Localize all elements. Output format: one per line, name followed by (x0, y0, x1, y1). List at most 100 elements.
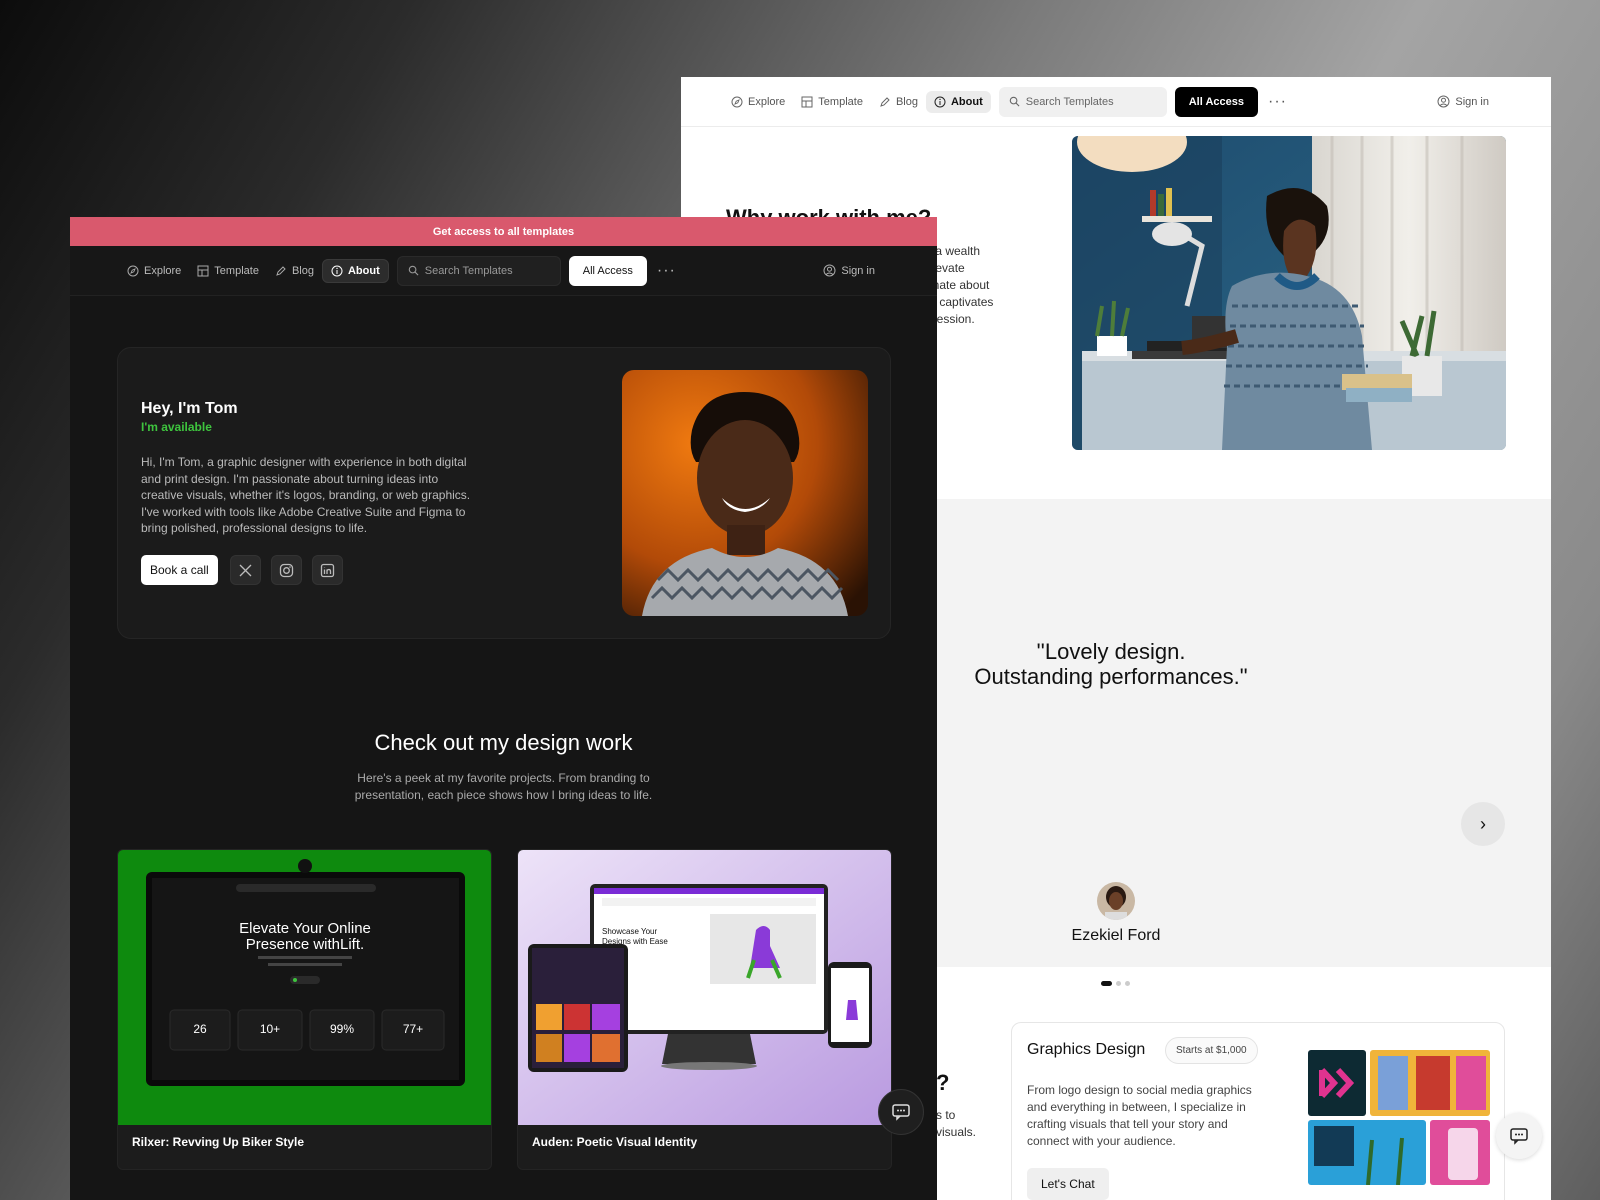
project-title: Rilxer: Revving Up Biker Style (132, 1135, 305, 1149)
nav-about[interactable]: About (321, 258, 389, 283)
mock-stat: 99% (330, 1022, 354, 1036)
top-nav: Explore Template Blog About Search Templ… (681, 77, 1551, 127)
why-text-line: elevate (926, 261, 965, 275)
grid-icon (197, 265, 209, 276)
project-thumbnail: Elevate Your Online Presence withLift. 2… (118, 850, 491, 1125)
hero-greeting: Hey, I'm Tom (141, 400, 238, 417)
user-circle-icon (1437, 95, 1450, 108)
profile-photo (622, 370, 868, 616)
carousel-dots (1101, 981, 1130, 986)
next-testimonial-button[interactable]: › (1461, 802, 1505, 846)
testimonial-author: Ezekiel Ford (1071, 927, 1161, 944)
promo-banner[interactable]: Get access to all templates (70, 217, 937, 246)
project-card-rilxer[interactable]: Elevate Your Online Presence withLift. 2… (117, 849, 492, 1170)
sign-in-link[interactable]: Sign in (1437, 95, 1489, 108)
search-input[interactable]: Search Templates (396, 255, 561, 286)
nav-explore-label: Explore (144, 264, 182, 277)
nav-template[interactable]: Template (793, 91, 871, 113)
mock-headline-line: Elevate Your Online (239, 920, 371, 937)
all-access-button[interactable]: All Access (1174, 86, 1258, 117)
nav-blog-label: Blog (291, 264, 314, 277)
instagram-icon (279, 563, 294, 577)
price-badge: Starts at $1,000 (1165, 1037, 1258, 1064)
project-title: Auden: Poetic Visual Identity (532, 1135, 698, 1149)
top-nav: Explore Template Blog About Search Templ… (70, 246, 937, 296)
workspace-photo (1072, 136, 1506, 450)
mock-stat: 26 (193, 1022, 207, 1036)
work-subtitle-line: presentation, each piece shows how I bri… (354, 788, 653, 802)
hero-bio: Hi, I'm Tom, a graphic designer with exp… (141, 455, 471, 535)
nav-blog[interactable]: Blog (871, 91, 926, 113)
carousel-dot[interactable] (1116, 981, 1121, 986)
info-icon (934, 96, 946, 107)
more-menu-button[interactable]: ··· (1258, 93, 1297, 110)
project-card-auden[interactable]: Showcase Your Designs with Ease Auden: P… (517, 849, 892, 1170)
nav-template[interactable]: Template (189, 260, 267, 282)
services-text-line: visuals. (936, 1125, 977, 1139)
chevron-right-icon: › (1480, 813, 1486, 834)
compass-icon (731, 96, 743, 107)
nav-about-label: About (347, 264, 380, 277)
info-icon (331, 265, 343, 276)
all-access-button[interactable]: All Access (568, 255, 647, 286)
mock-headline-line: Showcase Your (602, 927, 657, 936)
chat-icon (892, 1104, 910, 1121)
chat-widget-button[interactable] (878, 1089, 924, 1135)
services-text-line: s to (936, 1108, 956, 1122)
search-placeholder: Search Templates (424, 264, 513, 277)
linkedin-icon (320, 563, 335, 577)
why-text: k a wealth elevate onate about at captiv… (926, 243, 1016, 328)
nav-explore[interactable]: Explore (723, 91, 793, 113)
search-icon (408, 265, 419, 276)
search-input[interactable]: Search Templates (998, 86, 1167, 117)
testimonial-quote: ''Lovely design. Outstanding performance… (946, 639, 1276, 689)
mock-stat: 10+ (260, 1022, 280, 1036)
search-icon (1009, 96, 1020, 107)
grid-icon (801, 96, 813, 107)
x-link[interactable] (230, 555, 261, 585)
carousel-dot[interactable] (1125, 981, 1130, 986)
sign-in-link[interactable]: Sign in (823, 264, 875, 277)
linkedin-link[interactable] (312, 555, 343, 585)
x-icon (239, 564, 252, 576)
why-text-line: at captivates (926, 295, 994, 309)
search-placeholder: Search Templates (1025, 95, 1114, 108)
pen-icon (880, 96, 890, 107)
pen-icon (276, 265, 286, 276)
service-description: From logo design to social media graphic… (1027, 1083, 1252, 1148)
nav-blog-label: Blog (895, 95, 918, 108)
services-text: s to visuals. (936, 1107, 976, 1141)
why-text-line: onate about (926, 278, 990, 292)
work-subtitle: Here's a peek at my favorite projects. F… (70, 770, 937, 804)
avatar (1097, 882, 1135, 920)
more-menu-button[interactable]: ··· (647, 262, 686, 279)
nav-explore[interactable]: Explore (119, 260, 189, 282)
work-heading: Check out my design work (374, 730, 633, 755)
dark-window: Get access to all templates Explore Temp… (70, 217, 937, 1200)
chat-widget-button[interactable] (1496, 1113, 1542, 1159)
service-preview-image (1308, 1050, 1490, 1186)
instagram-link[interactable] (271, 555, 302, 585)
chat-icon (1510, 1128, 1528, 1145)
lets-chat-button[interactable]: Let's Chat (1027, 1168, 1109, 1200)
user-circle-icon (823, 264, 836, 277)
nav-blog[interactable]: Blog (267, 260, 322, 282)
services-heading-fragment: ? (936, 1070, 950, 1095)
nav-about-label: About (950, 95, 983, 108)
work-subtitle-line: Here's a peek at my favorite projects. F… (357, 771, 650, 785)
compass-icon (127, 265, 139, 276)
sign-in-label: Sign in (1455, 95, 1489, 108)
why-text-line: pression. (926, 312, 975, 326)
carousel-dot-active[interactable] (1101, 981, 1112, 986)
nav-about[interactable]: About (925, 90, 991, 113)
nav-template-label: Template (818, 95, 863, 108)
social-links (230, 555, 343, 585)
why-text-line: k a wealth (926, 244, 981, 258)
sign-in-label: Sign in (841, 264, 875, 277)
book-call-button[interactable]: Book a call (141, 555, 218, 585)
quote-line: ''Lovely design. (1036, 639, 1186, 664)
hero-card: Hey, I'm Tom I'm available Hi, I'm Tom, … (117, 347, 891, 639)
service-card: Graphics Design Starts at $1,000 From lo… (1011, 1022, 1505, 1200)
nav-template-label: Template (214, 264, 259, 277)
availability-status: I'm available (141, 420, 212, 434)
